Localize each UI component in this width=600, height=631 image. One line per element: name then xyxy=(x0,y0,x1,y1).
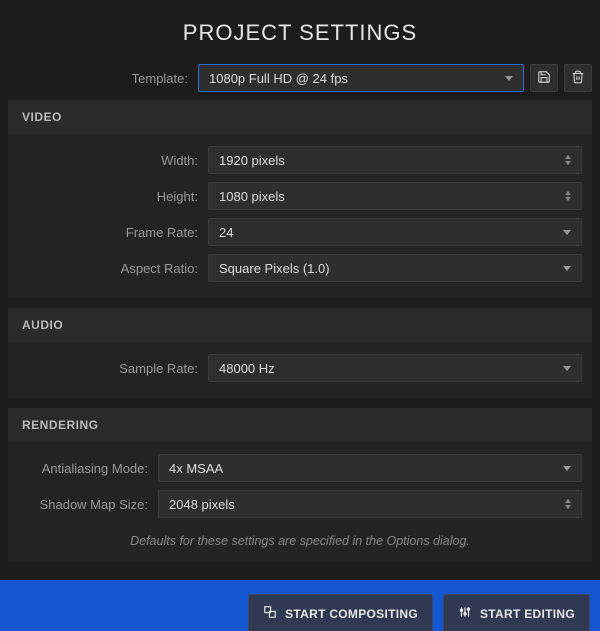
page-title: PROJECT SETTINGS xyxy=(8,20,592,46)
framerate-select[interactable]: 24 xyxy=(208,218,582,246)
start-compositing-label: START COMPOSITING xyxy=(285,607,418,621)
shadow-map-input[interactable]: 2048 pixels xyxy=(158,490,582,518)
height-input[interactable]: 1080 pixels xyxy=(208,182,582,210)
spinner-icon xyxy=(565,191,571,201)
chevron-down-icon xyxy=(563,266,571,271)
video-header: VIDEO xyxy=(8,100,592,134)
aspect-ratio-label: Aspect Ratio: xyxy=(18,261,208,276)
editing-icon xyxy=(458,605,472,622)
aspect-ratio-value: Square Pixels (1.0) xyxy=(219,261,555,276)
spinner-icon xyxy=(565,499,571,509)
template-label: Template: xyxy=(8,71,198,86)
rendering-hint: Defaults for these settings are specifie… xyxy=(8,526,592,554)
height-label: Height: xyxy=(18,189,208,204)
chevron-down-icon xyxy=(563,366,571,371)
template-value: 1080p Full HD @ 24 fps xyxy=(209,71,497,86)
save-icon xyxy=(537,70,551,87)
shadow-map-label: Shadow Map Size: xyxy=(18,497,158,512)
audio-section: AUDIO Sample Rate: 48000 Hz xyxy=(8,308,592,398)
width-label: Width: xyxy=(18,153,208,168)
audio-header: AUDIO xyxy=(8,308,592,342)
video-section: VIDEO Width: 1920 pixels Height: 1080 pi… xyxy=(8,100,592,298)
samplerate-select[interactable]: 48000 Hz xyxy=(208,354,582,382)
start-editing-button[interactable]: START EDITING xyxy=(443,594,590,631)
samplerate-value: 48000 Hz xyxy=(219,361,555,376)
chevron-down-icon xyxy=(563,230,571,235)
antialiasing-label: Antialiasing Mode: xyxy=(18,461,158,476)
save-template-button[interactable] xyxy=(530,64,558,92)
height-value: 1080 pixels xyxy=(219,189,557,204)
trash-icon xyxy=(571,70,585,87)
compositing-icon xyxy=(263,605,277,622)
footer-bar: START COMPOSITING START EDITING xyxy=(0,580,600,631)
spinner-icon xyxy=(565,155,571,165)
start-compositing-button[interactable]: START COMPOSITING xyxy=(248,594,433,631)
rendering-header: RENDERING xyxy=(8,408,592,442)
framerate-label: Frame Rate: xyxy=(18,225,208,240)
template-select[interactable]: 1080p Full HD @ 24 fps xyxy=(198,64,524,92)
antialiasing-value: 4x MSAA xyxy=(169,461,555,476)
width-value: 1920 pixels xyxy=(219,153,557,168)
start-editing-label: START EDITING xyxy=(480,607,575,621)
delete-template-button[interactable] xyxy=(564,64,592,92)
samplerate-label: Sample Rate: xyxy=(18,361,208,376)
framerate-value: 24 xyxy=(219,225,555,240)
rendering-section: RENDERING Antialiasing Mode: 4x MSAA Sha… xyxy=(8,408,592,562)
chevron-down-icon xyxy=(505,76,513,81)
template-row: Template: 1080p Full HD @ 24 fps xyxy=(8,64,592,92)
width-input[interactable]: 1920 pixels xyxy=(208,146,582,174)
chevron-down-icon xyxy=(563,466,571,471)
aspect-ratio-select[interactable]: Square Pixels (1.0) xyxy=(208,254,582,282)
shadow-map-value: 2048 pixels xyxy=(169,497,557,512)
antialiasing-select[interactable]: 4x MSAA xyxy=(158,454,582,482)
